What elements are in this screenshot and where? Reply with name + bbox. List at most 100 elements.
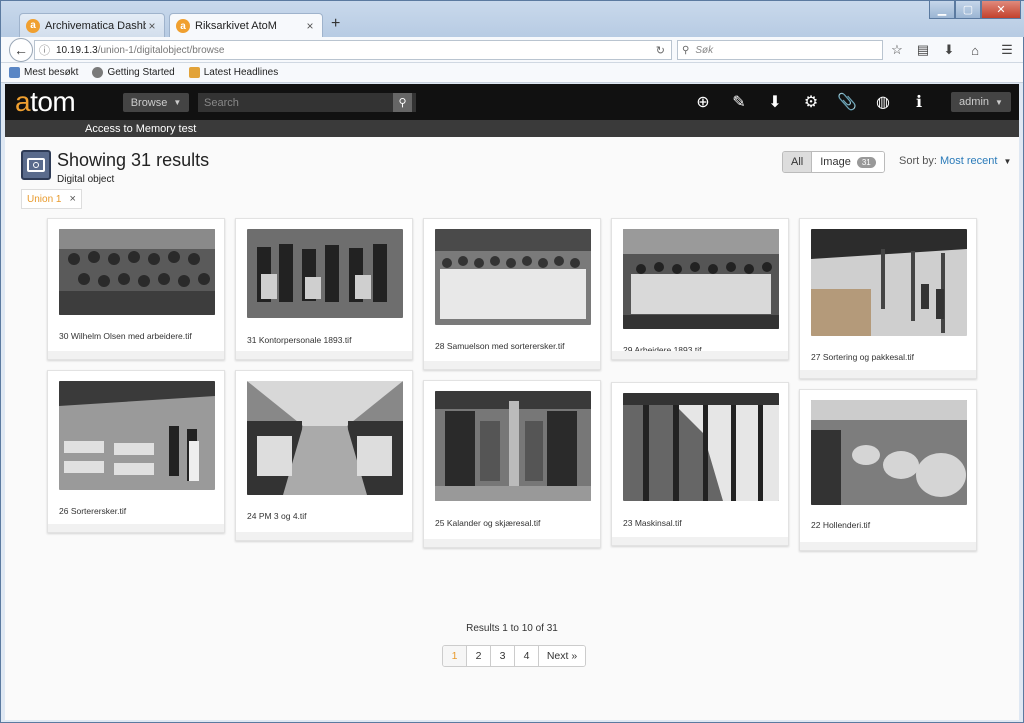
item-caption[interactable]: 24 PM 3 og 4.tif [247, 511, 307, 521]
item-caption[interactable]: 30 Wilhelm Olsen med arbeidere.tif [59, 331, 192, 341]
item-caption[interactable]: 28 Samuelson med sorterersker.tif [435, 341, 564, 351]
pagination: 1 2 3 4 Next » [442, 645, 586, 667]
remove-filter-icon[interactable]: × [69, 193, 75, 205]
item-caption[interactable]: 25 Kalander og skjæresal.tif [435, 518, 540, 528]
back-arrow-icon[interactable]: ← [9, 38, 33, 62]
sort-label: Sort by: [899, 155, 937, 167]
new-tab-icon[interactable]: + [331, 15, 340, 33]
settings-gears-icon[interactable]: ⚙ [801, 92, 821, 112]
import-icon[interactable]: ⬇ [765, 92, 785, 112]
edit-icon[interactable]: ✎ [729, 92, 749, 112]
tab-strip: a Archivematica Dashboard ... × a Riksar… [1, 1, 1024, 38]
thumbnail-image[interactable] [811, 400, 967, 505]
language-globe-icon[interactable]: ◍ [873, 92, 893, 112]
page-1-link[interactable]: 1 [443, 646, 467, 666]
result-card[interactable]: 22 Hollenderi.tif [799, 389, 977, 551]
thumbnail-image[interactable] [59, 381, 215, 490]
item-caption[interactable]: 27 Sortering og pakkesal.tif [811, 352, 914, 362]
result-card[interactable]: 31 Kontorpersonale 1893.tif [235, 218, 413, 360]
minimize-icon[interactable]: ▁ [929, 1, 955, 19]
window-controls: ▁ ▢ ✕ [929, 1, 1021, 19]
atom-header: atom Browse ▼ ⚲ ⊕ ✎ ⬇ ⚙ 📎 ◍ ℹ admin ▼ [5, 84, 1019, 120]
add-icon[interactable]: ⊕ [693, 92, 713, 112]
item-caption[interactable]: 31 Kontorpersonale 1893.tif [247, 335, 351, 345]
browser-search-placeholder: Søk [695, 44, 714, 56]
result-card[interactable]: 25 Kalander og skjæresal.tif [423, 380, 601, 548]
image-count-badge: 31 [856, 156, 876, 168]
sort-by: Sort by: Most recent ▼ [899, 155, 1011, 167]
bookmark-mest-besokt[interactable]: Mest besøkt [9, 67, 78, 78]
thumbnail-image[interactable] [623, 229, 779, 329]
tab-archivematica[interactable]: a Archivematica Dashboard ... × [19, 13, 165, 37]
search-button-icon[interactable]: ⚲ [393, 93, 412, 112]
window-close-icon[interactable]: ✕ [981, 1, 1021, 19]
bookmark-getting-started[interactable]: Getting Started [92, 67, 175, 78]
bookmark-label: Latest Headlines [203, 67, 279, 78]
item-caption[interactable]: 22 Hollenderi.tif [811, 520, 870, 530]
caret-down-icon[interactable]: ▼ [1004, 157, 1012, 166]
thumbnail-image[interactable] [811, 229, 967, 336]
page-2-link[interactable]: 2 [467, 646, 491, 666]
archivematica-favicon-icon: a [26, 18, 40, 33]
next-page-link[interactable]: Next » [539, 646, 585, 666]
download-icon[interactable]: ⬇ [939, 40, 959, 60]
tab-label: Riksarkivet AtoM [195, 20, 277, 32]
media-type-toggle: All Image 31 [782, 151, 885, 173]
toggle-image-button[interactable]: Image 31 [812, 152, 884, 172]
item-caption[interactable]: 26 Sorterersker.tif [59, 506, 126, 516]
result-card[interactable]: 24 PM 3 og 4.tif [235, 370, 413, 541]
digital-object-icon [21, 150, 51, 180]
thumbnail-image[interactable] [59, 229, 215, 315]
header-action-icons: ⊕ ✎ ⬇ ⚙ 📎 ◍ ℹ [693, 92, 929, 112]
info-circle-icon[interactable]: ℹ [909, 92, 929, 112]
toggle-all-button[interactable]: All [783, 152, 813, 172]
result-card[interactable]: 28 Samuelson med sorterersker.tif [423, 218, 601, 370]
results-summary: Results 1 to 10 of 31 [466, 623, 558, 634]
admin-label: admin [959, 96, 990, 108]
thumbnail-image[interactable] [247, 381, 403, 495]
close-tab-icon[interactable]: × [304, 19, 316, 33]
result-card[interactable]: 30 Wilhelm Olsen med arbeidere.tif [47, 218, 225, 360]
tab-label: Archivematica Dashboard ... [45, 19, 146, 32]
close-tab-icon[interactable]: × [146, 19, 158, 33]
result-card[interactable]: 29 Arbeidere 1893.tif [611, 218, 789, 360]
site-subtitle: Access to Memory test [85, 122, 197, 135]
reading-list-icon[interactable]: ▤ [913, 40, 933, 60]
thumbnail-image[interactable] [623, 393, 779, 501]
atom-logo[interactable]: atom [15, 86, 76, 118]
tab-riksarkivet[interactable]: a Riksarkivet AtoM × [169, 13, 323, 38]
user-menu-button[interactable]: admin ▼ [951, 92, 1011, 112]
search-input[interactable] [198, 96, 393, 109]
bookmark-latest-headlines[interactable]: Latest Headlines [188, 67, 279, 78]
bookmark-star-icon[interactable]: ☆ [887, 40, 907, 60]
browse-menu-button[interactable]: Browse ▼ [123, 93, 189, 112]
page-4-link[interactable]: 4 [515, 646, 539, 666]
card-footer [236, 532, 412, 540]
result-card[interactable]: 23 Maskinsal.tif [611, 382, 789, 546]
page-subtitle: Digital object [57, 174, 115, 185]
browser-search-input[interactable]: ⚲ Søk [677, 40, 883, 60]
bookmark-label: Getting Started [107, 67, 175, 78]
browser-navbar: ← ⓘ 10.19.1.3 /union-1/digitalobject/bro… [1, 37, 1023, 63]
maximize-icon[interactable]: ▢ [955, 1, 981, 19]
page-3-link[interactable]: 3 [491, 646, 515, 666]
menu-icon[interactable]: ☰ [997, 40, 1017, 60]
card-footer [48, 524, 224, 532]
result-card[interactable]: 26 Sorterersker.tif [47, 370, 225, 533]
address-bar[interactable]: ⓘ 10.19.1.3 /union-1/digitalobject/brows… [34, 40, 672, 60]
info-icon[interactable]: ⓘ [39, 42, 50, 58]
site-description-bar: Access to Memory test [5, 120, 1019, 137]
result-card[interactable]: 27 Sortering og pakkesal.tif [799, 218, 977, 379]
sort-dropdown[interactable]: Most recent [940, 155, 997, 167]
search-icon: ⚲ [682, 44, 690, 56]
card-footer [612, 537, 788, 545]
thumbnail-image[interactable] [435, 391, 591, 501]
reload-icon[interactable]: ↻ [656, 44, 665, 57]
thumbnail-image[interactable] [435, 229, 591, 325]
home-icon[interactable]: ⌂ [965, 40, 985, 60]
clipboard-paperclip-icon[interactable]: 📎 [837, 92, 857, 112]
thumbnail-image[interactable] [247, 229, 403, 318]
item-caption[interactable]: 23 Maskinsal.tif [623, 518, 682, 528]
filter-tag-union[interactable]: Union 1 × [21, 189, 82, 209]
header-search: ⚲ [198, 93, 416, 112]
